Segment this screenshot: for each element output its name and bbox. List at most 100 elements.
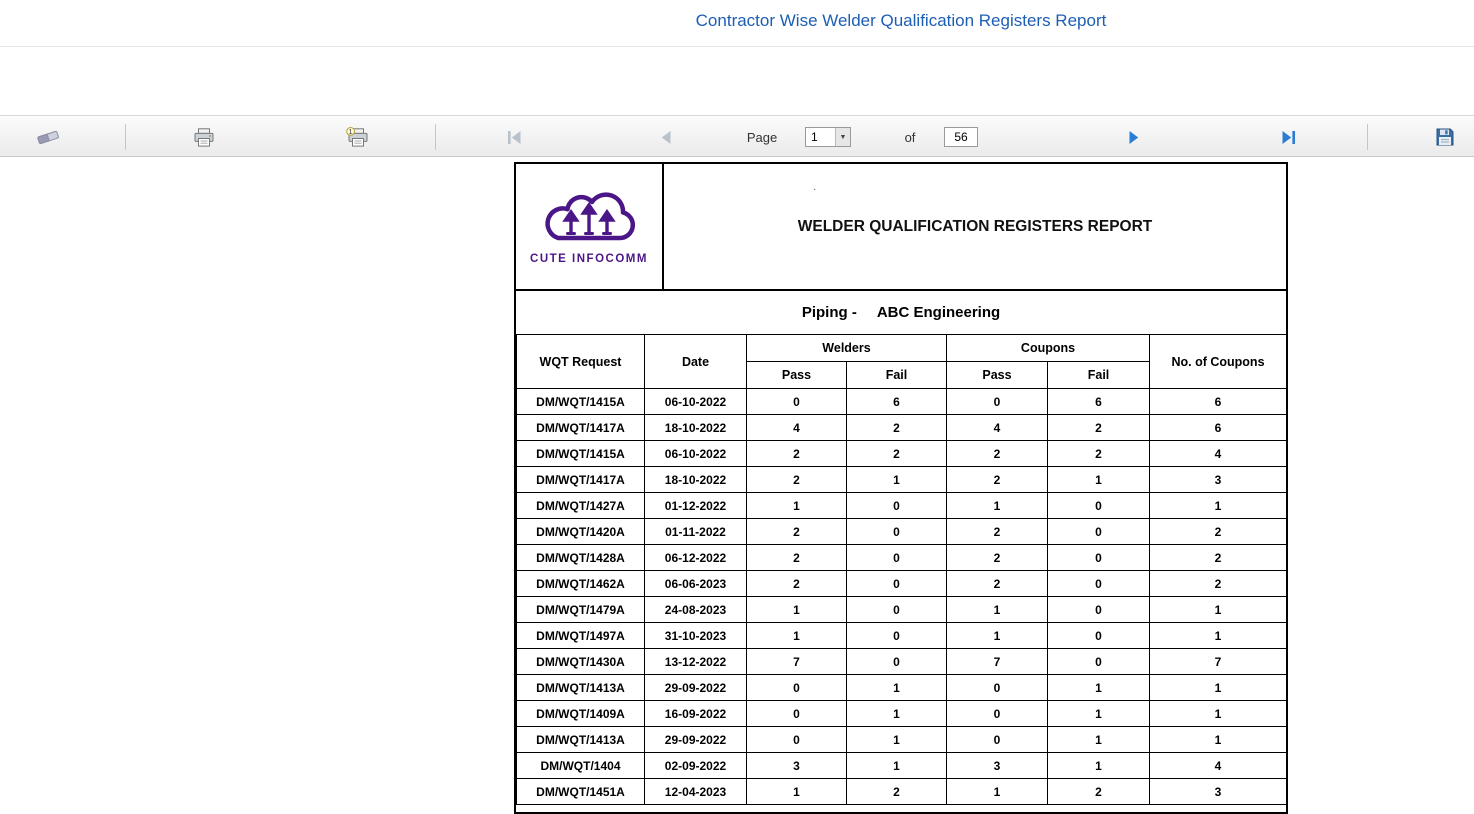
report-title: WELDER QUALIFICATION REGISTERS REPORT bbox=[798, 218, 1153, 236]
cell-welders-pass: 1 bbox=[747, 493, 847, 519]
report-subtitle: Piping - ABC Engineering bbox=[516, 291, 1286, 334]
cell-no-of-coupons: 6 bbox=[1150, 415, 1287, 441]
toolbar-divider bbox=[125, 124, 126, 150]
cell-date: 01-12-2022 bbox=[645, 493, 747, 519]
cell-wqt-request: DM/WQT/1427A bbox=[517, 493, 645, 519]
cell-wqt-request: DM/WQT/1417A bbox=[517, 467, 645, 493]
cell-date: 06-10-2022 bbox=[645, 389, 747, 415]
col-header-coupons-fail: Fail bbox=[1048, 362, 1150, 389]
print-icon[interactable] bbox=[192, 116, 216, 158]
col-header-no-of-coupons: No. of Coupons bbox=[1150, 335, 1287, 389]
report-title-cell: . WELDER QUALIFICATION REGISTERS REPORT bbox=[664, 164, 1286, 289]
cell-no-of-coupons: 2 bbox=[1150, 545, 1287, 571]
cell-welders-pass: 0 bbox=[747, 701, 847, 727]
company-logo: CUTE INFOCOMM bbox=[516, 164, 664, 289]
total-pages-field[interactable] bbox=[944, 127, 978, 147]
table-row: DM/WQT/1417A18-10-202242426 bbox=[517, 415, 1287, 441]
col-header-welders-pass: Pass bbox=[747, 362, 847, 389]
table-row: DM/WQT/1413A29-09-202201011 bbox=[517, 675, 1287, 701]
last-page-icon[interactable] bbox=[1279, 116, 1297, 158]
current-page-value: 1 bbox=[806, 130, 818, 144]
cloud-logo-icon bbox=[531, 188, 647, 252]
table-row: DM/WQT/1415A06-10-202222224 bbox=[517, 441, 1287, 467]
cell-welders-fail: 2 bbox=[847, 441, 947, 467]
cell-coupons-pass: 4 bbox=[947, 415, 1048, 441]
cell-coupons-fail: 1 bbox=[1048, 727, 1150, 753]
cell-wqt-request: DM/WQT/1462A bbox=[517, 571, 645, 597]
cell-date: 06-06-2023 bbox=[645, 571, 747, 597]
table-row: DM/WQT/1430A13-12-202270707 bbox=[517, 649, 1287, 675]
save-icon[interactable] bbox=[1433, 116, 1457, 158]
chevron-down-icon: ▼ bbox=[835, 128, 850, 146]
company-name: CUTE INFOCOMM bbox=[530, 253, 648, 265]
cell-coupons-pass: 2 bbox=[947, 519, 1048, 545]
cell-welders-fail: 2 bbox=[847, 779, 947, 805]
cell-coupons-fail: 2 bbox=[1048, 779, 1150, 805]
cell-welders-pass: 3 bbox=[747, 753, 847, 779]
cell-welders-fail: 0 bbox=[847, 623, 947, 649]
cell-coupons-pass: 0 bbox=[947, 727, 1048, 753]
cell-date: 18-10-2022 bbox=[645, 467, 747, 493]
cell-wqt-request: DM/WQT/1413A bbox=[517, 675, 645, 701]
first-page-icon[interactable] bbox=[505, 116, 523, 158]
cell-coupons-pass: 2 bbox=[947, 467, 1048, 493]
cell-no-of-coupons: 3 bbox=[1150, 779, 1287, 805]
svg-text:1: 1 bbox=[348, 129, 352, 136]
cell-wqt-request: DM/WQT/1417A bbox=[517, 415, 645, 441]
group-header-welders: Welders bbox=[747, 335, 947, 362]
report-table-body: DM/WQT/1415A06-10-202206066DM/WQT/1417A1… bbox=[517, 389, 1287, 805]
cell-coupons-pass: 7 bbox=[947, 649, 1048, 675]
cell-welders-pass: 1 bbox=[747, 597, 847, 623]
print-current-page-icon[interactable]: 1 bbox=[344, 116, 370, 158]
cell-no-of-coupons: 1 bbox=[1150, 675, 1287, 701]
cell-coupons-pass: 1 bbox=[947, 779, 1048, 805]
cell-no-of-coupons: 1 bbox=[1150, 623, 1287, 649]
subtitle-discipline: Piping - bbox=[802, 304, 857, 321]
cell-no-of-coupons: 1 bbox=[1150, 701, 1287, 727]
table-row: DM/WQT/1415A06-10-202206066 bbox=[517, 389, 1287, 415]
next-page-icon[interactable] bbox=[1125, 116, 1143, 158]
header-mark: . bbox=[813, 182, 816, 193]
cell-wqt-request: DM/WQT/1430A bbox=[517, 649, 645, 675]
cell-no-of-coupons: 4 bbox=[1150, 753, 1287, 779]
cell-welders-fail: 2 bbox=[847, 415, 947, 441]
report-header: CUTE INFOCOMM . WELDER QUALIFICATION REG… bbox=[516, 164, 1286, 291]
cell-coupons-fail: 0 bbox=[1048, 597, 1150, 623]
cell-coupons-fail: 2 bbox=[1048, 415, 1150, 441]
cell-welders-pass: 7 bbox=[747, 649, 847, 675]
cell-no-of-coupons: 4 bbox=[1150, 441, 1287, 467]
table-row: DM/WQT/1479A24-08-202310101 bbox=[517, 597, 1287, 623]
cell-date: 29-09-2022 bbox=[645, 727, 747, 753]
table-row: DM/WQT/1451A12-04-202312123 bbox=[517, 779, 1287, 805]
group-header-coupons: Coupons bbox=[947, 335, 1150, 362]
cell-coupons-fail: 1 bbox=[1048, 753, 1150, 779]
cell-no-of-coupons: 6 bbox=[1150, 389, 1287, 415]
cell-wqt-request: DM/WQT/1404 bbox=[517, 753, 645, 779]
cell-no-of-coupons: 7 bbox=[1150, 649, 1287, 675]
cell-coupons-pass: 0 bbox=[947, 701, 1048, 727]
cell-welders-fail: 0 bbox=[847, 519, 947, 545]
cell-welders-pass: 1 bbox=[747, 623, 847, 649]
page-title: Contractor Wise Welder Qualification Reg… bbox=[514, 0, 1288, 31]
col-header-welders-fail: Fail bbox=[847, 362, 947, 389]
cell-coupons-fail: 1 bbox=[1048, 467, 1150, 493]
cell-date: 12-04-2023 bbox=[645, 779, 747, 805]
table-row: DM/WQT/1420A01-11-202220202 bbox=[517, 519, 1287, 545]
toolbar-divider bbox=[1367, 124, 1368, 150]
cell-coupons-pass: 1 bbox=[947, 623, 1048, 649]
cell-no-of-coupons: 1 bbox=[1150, 493, 1287, 519]
cell-welders-pass: 0 bbox=[747, 675, 847, 701]
title-row: Contractor Wise Welder Qualification Reg… bbox=[0, 0, 1474, 47]
table-row: DM/WQT/1497A31-10-202310101 bbox=[517, 623, 1287, 649]
cell-date: 31-10-2023 bbox=[645, 623, 747, 649]
cell-coupons-fail: 0 bbox=[1048, 519, 1150, 545]
cell-date: 29-09-2022 bbox=[645, 675, 747, 701]
col-header-date: Date bbox=[645, 335, 747, 389]
cell-coupons-fail: 0 bbox=[1048, 649, 1150, 675]
clear-icon[interactable] bbox=[35, 116, 61, 158]
previous-page-icon[interactable] bbox=[657, 116, 675, 158]
cell-coupons-pass: 1 bbox=[947, 597, 1048, 623]
current-page-select[interactable]: 1 ▼ bbox=[805, 127, 851, 147]
cell-date: 02-09-2022 bbox=[645, 753, 747, 779]
cell-coupons-fail: 0 bbox=[1048, 493, 1150, 519]
